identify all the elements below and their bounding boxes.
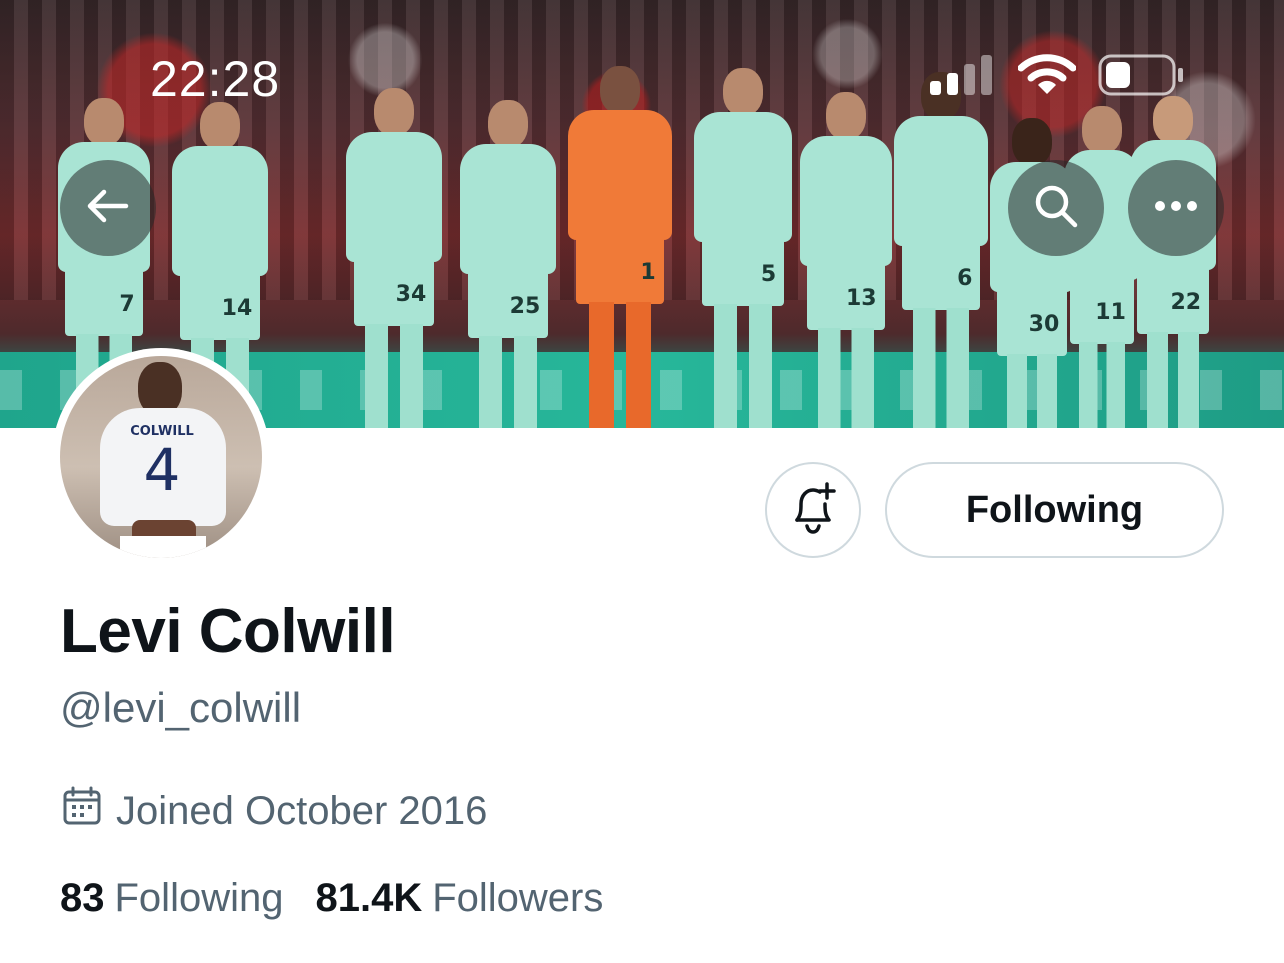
search-icon <box>1033 183 1079 234</box>
followers-count: 81.4K <box>315 876 423 920</box>
banner-player: 22 <box>1130 96 1216 428</box>
calendar-icon <box>62 786 102 836</box>
followers-count-link[interactable]: 81.4K Followers <box>315 876 603 921</box>
follow-stats: 83 Following 81.4K Followers <box>60 876 603 921</box>
join-date-text: Joined October 2016 <box>116 788 488 833</box>
back-arrow-icon <box>86 188 130 229</box>
following-count: 83 <box>60 876 105 920</box>
banner-player: 6 <box>894 72 988 428</box>
following-button[interactable]: Following <box>885 462 1224 558</box>
banner-goalkeeper: 1 <box>568 66 672 428</box>
wifi-icon <box>1017 54 1077 101</box>
notifications-button[interactable] <box>765 462 861 558</box>
status-bar-time: 22:28 <box>150 51 281 107</box>
user-handle: @levi_colwill <box>60 684 302 731</box>
following-count-link[interactable]: 83 Following <box>60 876 283 921</box>
bell-plus-icon <box>789 481 837 539</box>
banner-player: 34 <box>346 88 442 428</box>
banner-player: 5 <box>694 68 792 428</box>
avatar-photo: COLWILL 4 <box>60 356 262 558</box>
following-label: Following <box>114 876 284 920</box>
banner-player: 25 <box>460 100 556 428</box>
battery-icon <box>1098 54 1184 101</box>
more-icon <box>1154 199 1198 217</box>
avatar-shirt-number: 4 <box>143 436 181 504</box>
more-options-button[interactable] <box>1128 160 1224 256</box>
profile-avatar[interactable]: COLWILL 4 <box>52 348 270 566</box>
followers-label: Followers <box>432 876 604 920</box>
back-button[interactable] <box>60 160 156 256</box>
status-bar-icons <box>930 54 1184 101</box>
search-button[interactable] <box>1008 160 1104 256</box>
banner-player: 11 <box>1064 106 1140 428</box>
banner-player: 13 <box>800 92 892 428</box>
display-name: Levi Colwill <box>60 597 396 666</box>
join-date: Joined October 2016 <box>62 786 487 836</box>
cellular-signal-icon <box>930 55 996 100</box>
